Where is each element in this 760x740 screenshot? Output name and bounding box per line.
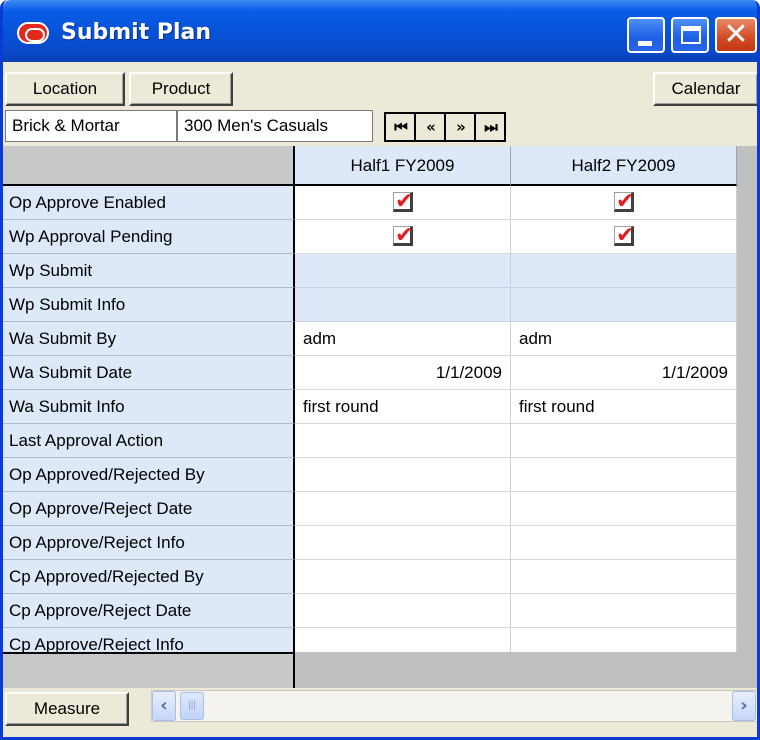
grid-cell[interactable]: [295, 458, 511, 492]
grid-filler: [737, 186, 757, 688]
location-button[interactable]: Location: [5, 72, 125, 106]
grid-cell[interactable]: [511, 492, 737, 526]
submit-plan-window: Submit Plan ✕ Location Product Calendar …: [0, 0, 760, 740]
grid-cell[interactable]: [511, 594, 737, 628]
checkbox[interactable]: ✔: [393, 189, 413, 214]
measure-button[interactable]: Measure: [5, 692, 129, 726]
scroll-thumb[interactable]: |||: [180, 692, 204, 720]
minimize-button[interactable]: [627, 17, 665, 53]
chevron-left-icon: ‹: [160, 695, 168, 716]
grid-cell[interactable]: [511, 254, 737, 288]
grid-cell[interactable]: [511, 526, 737, 560]
grid-cell[interactable]: [295, 526, 511, 560]
app-logo-icon: [17, 22, 49, 44]
row-label[interactable]: Wa Submit By: [3, 322, 295, 356]
check-icon: ✔: [616, 189, 635, 214]
grid-cell[interactable]: ✔: [295, 220, 511, 254]
close-icon: ✕: [723, 17, 749, 52]
row-label[interactable]: Wa Submit Info: [3, 390, 295, 424]
grid-cell[interactable]: [511, 288, 737, 322]
maximize-button[interactable]: [671, 17, 709, 53]
row-label[interactable]: Op Approve/Reject Date: [3, 492, 295, 526]
check-icon: ✔: [616, 223, 635, 248]
location-context[interactable]: Brick & Mortar: [5, 110, 177, 142]
grid-cell[interactable]: [295, 424, 511, 458]
row-label[interactable]: Wa Submit Date: [3, 356, 295, 390]
grid-cell[interactable]: adm: [511, 322, 737, 356]
check-icon: ✔: [395, 189, 414, 214]
grid-cell[interactable]: 1/1/2009: [511, 356, 737, 390]
row-label[interactable]: Last Approval Action: [3, 424, 295, 458]
chevron-right-icon: ›: [740, 695, 748, 716]
product-button[interactable]: Product: [129, 72, 233, 106]
grid-cell[interactable]: [295, 594, 511, 628]
scroll-right-button[interactable]: ›: [732, 691, 756, 721]
grid-cell[interactable]: 1/1/2009: [295, 356, 511, 390]
title-bar[interactable]: Submit Plan ✕: [3, 0, 757, 62]
row-label[interactable]: Wp Submit Info: [3, 288, 295, 322]
nav-last-button[interactable]: ⏭: [476, 114, 504, 140]
grid-cell[interactable]: ✔: [511, 186, 737, 220]
checkbox[interactable]: ✔: [614, 223, 634, 248]
plan-grid: Half1 FY2009 Half2 FY2009 Op Approve Ena…: [3, 146, 757, 688]
row-label[interactable]: Cp Approved/Rejected By: [3, 560, 295, 594]
row-label[interactable]: Op Approve Enabled: [3, 186, 295, 220]
grid-cell[interactable]: [295, 492, 511, 526]
grid-cell[interactable]: first round: [511, 390, 737, 424]
row-label[interactable]: Wp Submit: [3, 254, 295, 288]
horizontal-scrollbar[interactable]: ‹ ||| ›: [151, 690, 757, 722]
calendar-button[interactable]: Calendar: [653, 72, 757, 106]
column-header-half2[interactable]: Half2 FY2009: [511, 146, 737, 186]
nav-prev-button[interactable]: «: [416, 114, 444, 140]
grid-cell[interactable]: [511, 560, 737, 594]
grid-cell[interactable]: ✔: [295, 186, 511, 220]
minimize-icon: [638, 41, 652, 46]
grid-footer: [295, 652, 737, 688]
grip-icon: |||: [188, 700, 196, 711]
column-header-half1[interactable]: Half1 FY2009: [295, 146, 511, 186]
nav-first-button[interactable]: ⏮: [386, 114, 414, 140]
grid-cell[interactable]: [511, 458, 737, 492]
row-label[interactable]: Op Approved/Rejected By: [3, 458, 295, 492]
window-title: Submit Plan: [61, 20, 212, 45]
row-header-footer: [3, 652, 295, 688]
product-context[interactable]: 300 Men's Casuals: [177, 110, 373, 142]
check-icon: ✔: [395, 223, 414, 248]
maximize-icon: [681, 26, 701, 44]
row-label[interactable]: Cp Approve/Reject Date: [3, 594, 295, 628]
grid-cell[interactable]: first round: [295, 390, 511, 424]
close-button[interactable]: ✕: [715, 17, 757, 53]
nav-next-button[interactable]: »: [446, 114, 474, 140]
row-label[interactable]: Wp Approval Pending: [3, 220, 295, 254]
scroll-left-button[interactable]: ‹: [152, 691, 176, 721]
grid-cell[interactable]: [295, 288, 511, 322]
row-label[interactable]: Op Approve/Reject Info: [3, 526, 295, 560]
grid-cell[interactable]: [295, 560, 511, 594]
checkbox[interactable]: ✔: [614, 189, 634, 214]
navigation-controls: ⏮ « » ⏭: [384, 112, 506, 142]
grid-corner: [3, 146, 295, 186]
grid-cell[interactable]: ✔: [511, 220, 737, 254]
grid-cell[interactable]: [511, 424, 737, 458]
grid-cell[interactable]: adm: [295, 322, 511, 356]
grid-cell[interactable]: [295, 254, 511, 288]
checkbox[interactable]: ✔: [393, 223, 413, 248]
